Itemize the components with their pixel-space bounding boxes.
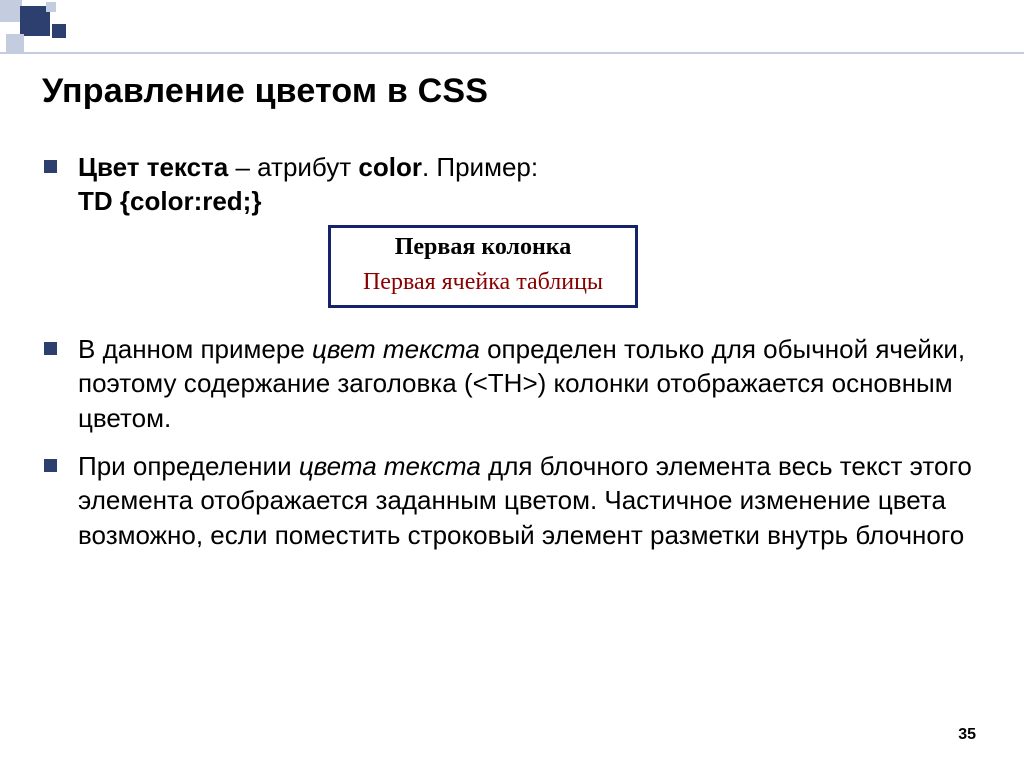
page-number: 35: [958, 726, 976, 744]
bullet2-text1: В данном примере: [78, 334, 312, 364]
slide-content: Цвет текста – атрибут color. Пример: TD …: [42, 150, 974, 566]
bullet1-strong: Цвет текста: [78, 152, 228, 182]
example-data-cell: Первая ячейка таблицы: [331, 265, 635, 305]
bullet1-code: TD {color:red;}: [78, 186, 261, 216]
bullet1-dash: – атрибут: [228, 152, 358, 182]
deco-square: [46, 2, 56, 12]
bullet-item-1: Цвет текста – атрибут color. Пример: TD …: [42, 150, 974, 308]
bullet2-em: цвет текста: [312, 334, 480, 364]
slide-title: Управление цветом в CSS: [42, 72, 488, 111]
header-divider: [0, 52, 1024, 54]
deco-square: [0, 0, 22, 22]
example-header-cell: Первая колонка: [331, 228, 635, 266]
bullet3-em: цвета текста: [299, 451, 481, 481]
bullet-list: Цвет текста – атрибут color. Пример: TD …: [42, 150, 974, 552]
example-table: Первая колонка Первая ячейка таблицы: [328, 225, 638, 308]
deco-square: [6, 34, 24, 52]
bullet3-text1: При определении: [78, 451, 299, 481]
bullet1-attr: color: [358, 152, 422, 182]
deco-square: [52, 24, 66, 38]
bullet-item-2: В данном примере цвет текста определен т…: [42, 332, 974, 435]
slide: Управление цветом в CSS Цвет текста – ат…: [0, 0, 1024, 768]
bullet-item-3: При определении цвета текста для блочног…: [42, 449, 974, 552]
corner-decoration: [0, 0, 160, 52]
bullet1-afterattr: . Пример:: [422, 152, 538, 182]
